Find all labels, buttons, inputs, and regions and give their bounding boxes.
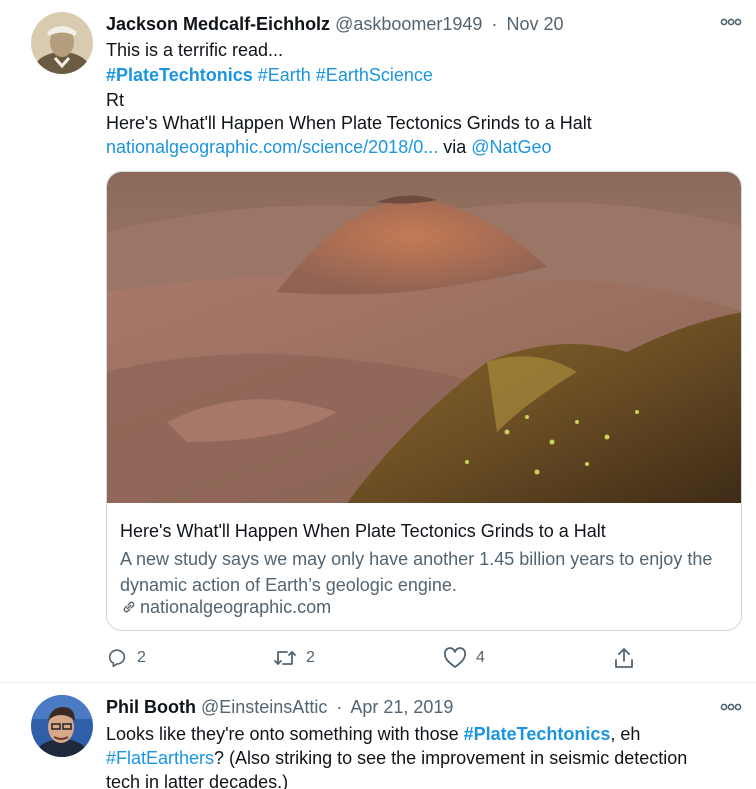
tweet[interactable]: Jackson Medcalf-Eichholz @askboomer1949 … <box>0 0 756 683</box>
more-options-button[interactable] <box>720 15 742 29</box>
tweet-header: Jackson Medcalf-Eichholz @askboomer1949 … <box>106 12 564 36</box>
retweet-button[interactable]: 2 <box>273 646 315 670</box>
share-icon <box>615 648 633 668</box>
timestamp[interactable]: Nov 20 <box>506 14 563 34</box>
tweet-text: Rt <box>106 90 124 110</box>
tweet-header: Phil Booth @EinsteinsAttic · Apr 21, 201… <box>106 695 453 719</box>
avatar[interactable] <box>31 695 93 757</box>
text-span: ? (Also striking to see the improvement … <box>214 748 688 768</box>
hashtag-line: #PlateTechtonics #Earth #EarthScience <box>106 63 433 87</box>
card-domain-text: nationalgeographic.com <box>140 597 332 617</box>
retweet-icon <box>274 651 296 665</box>
author-name[interactable]: Jackson Medcalf-Eichholz <box>106 14 330 34</box>
tweet-text: #FlatEarthers? (Also striking to see the… <box>106 746 687 770</box>
author-handle[interactable]: @EinsteinsAttic <box>201 697 327 717</box>
author-name[interactable]: Phil Booth <box>106 697 196 717</box>
tweet-actions: 2 2 4 <box>0 646 756 670</box>
timestamp[interactable]: Apr 21, 2019 <box>350 697 453 717</box>
card-description: A new study says we may only have anothe… <box>120 549 713 595</box>
hashtag-link[interactable]: #FlatEarthers <box>106 748 214 768</box>
separator: · <box>491 14 498 34</box>
hashtag-link[interactable]: #PlateTechtonics <box>106 65 253 85</box>
tweet-text: Here's What'll Happen When Plate Tectoni… <box>106 113 592 133</box>
link-icon <box>123 601 135 613</box>
like-icon <box>443 647 467 668</box>
card-title: Here's What'll Happen When Plate Tectoni… <box>120 521 606 541</box>
reply-button[interactable]: 2 <box>106 646 146 670</box>
tweet[interactable]: Phil Booth @EinsteinsAttic · Apr 21, 201… <box>0 684 756 789</box>
separator: · <box>336 697 343 717</box>
text-span: Looks like they're onto something with t… <box>106 724 464 744</box>
more-icon <box>720 703 742 711</box>
author-handle[interactable]: @askboomer1949 <box>335 14 482 34</box>
link-line: nationalgeographic.com/science/2018/0...… <box>106 135 552 159</box>
retweet-count: 2 <box>306 649 315 666</box>
avatar[interactable] <box>31 12 93 74</box>
like-count: 4 <box>476 649 485 666</box>
via-text: via <box>443 137 467 157</box>
article-link[interactable]: nationalgeographic.com/science/2018/0... <box>106 137 438 157</box>
reply-count: 2 <box>137 649 146 666</box>
like-button[interactable]: 4 <box>443 646 485 670</box>
reply-icon <box>108 649 126 668</box>
hashtag-link[interactable]: #Earth <box>258 65 311 85</box>
tweet-text: Looks like they're onto something with t… <box>106 722 640 746</box>
mention-link[interactable]: @NatGeo <box>471 137 551 157</box>
tweet-text: This is a terrific read... <box>106 40 284 60</box>
more-icon <box>720 18 742 26</box>
card-domain: nationalgeographic.com <box>120 595 331 619</box>
card-image[interactable] <box>107 172 741 503</box>
hashtag-link[interactable]: #PlateTechtonics <box>464 724 611 744</box>
share-button[interactable] <box>612 646 636 670</box>
hashtag-link[interactable]: #EarthScience <box>316 65 433 85</box>
more-options-button[interactable] <box>720 700 742 714</box>
link-preview-card[interactable]: Here's What'll Happen When Plate Tectoni… <box>106 171 742 631</box>
tweet-text: tech in latter decades.) <box>106 772 289 789</box>
text-span: , eh <box>610 724 641 744</box>
